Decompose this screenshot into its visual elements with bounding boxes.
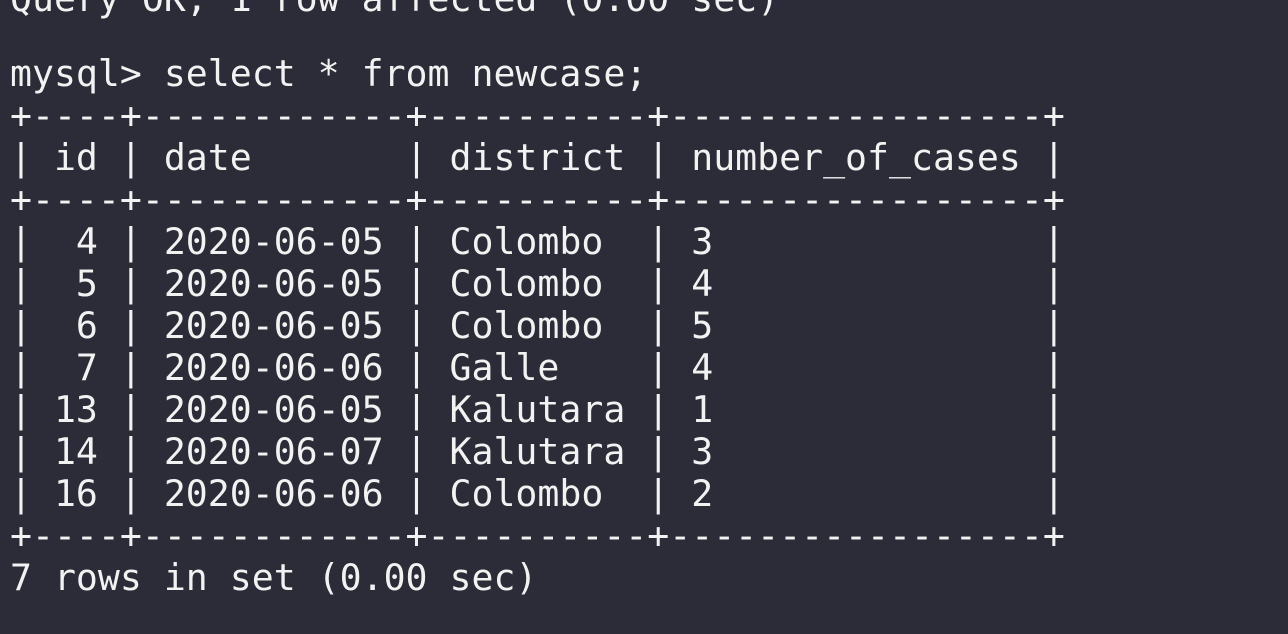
table-border-top: +----+------------+----------+----------… <box>10 94 1065 137</box>
table-row: | 13 | 2020-06-05 | Kalutara | 1 | <box>10 388 1065 431</box>
terminal-window[interactable]: Query OK, 1 row affected (0.00 sec) mysq… <box>0 0 1288 634</box>
table-header-row: | id | date | district | number_of_cases… <box>10 136 1065 179</box>
table-row: | 5 | 2020-06-05 | Colombo | 4 | <box>10 262 1065 305</box>
table-row: | 6 | 2020-06-05 | Colombo | 5 | <box>10 304 1065 347</box>
table-border-bottom: +----+------------+----------+----------… <box>10 514 1065 557</box>
command-prompt: mysql> select * from newcase; <box>10 52 648 95</box>
table-row: | 4 | 2020-06-05 | Colombo | 3 | <box>10 220 1065 263</box>
previous-output-line: Query OK, 1 row affected (0.00 sec) <box>10 0 779 20</box>
table-row: | 7 | 2020-06-06 | Galle | 4 | <box>10 346 1065 389</box>
table-row: | 16 | 2020-06-06 | Colombo | 2 | <box>10 472 1065 515</box>
query-summary: 7 rows in set (0.00 sec) <box>10 556 538 599</box>
table-border-mid: +----+------------+----------+----------… <box>10 178 1065 221</box>
table-row: | 14 | 2020-06-07 | Kalutara | 3 | <box>10 430 1065 473</box>
